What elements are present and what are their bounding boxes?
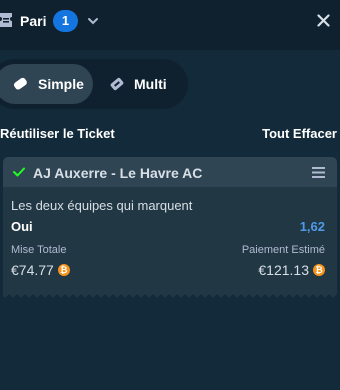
market-name: Les deux équipes qui marquent <box>11 198 193 213</box>
bet-type-bar: Simple Multi <box>0 50 340 118</box>
ticket-icon <box>13 77 27 90</box>
bitcoin-icon: ₿ <box>57 264 70 276</box>
clear-all-link[interactable]: Tout Effacer <box>262 126 337 141</box>
menu-icon[interactable] <box>312 167 325 178</box>
payout-value: €121.13 <box>258 262 309 278</box>
chevron-down-icon[interactable] <box>87 15 99 27</box>
ticket-serrated-edge <box>3 291 337 298</box>
reuse-ticket-link[interactable]: Réutiliser le Ticket <box>0 126 115 141</box>
close-icon[interactable] <box>317 14 330 27</box>
stake-label: Mise Totale <box>11 244 67 256</box>
ticket-icon <box>0 13 12 27</box>
odds-value: 1,62 <box>299 219 325 234</box>
tab-simple[interactable]: Simple <box>0 64 93 104</box>
tab-multi[interactable]: Multi <box>102 64 182 104</box>
bet-count-badge: 1 <box>53 10 78 32</box>
payout-amount: €121.13 ₿ <box>258 262 325 278</box>
stake-value: €74.77 <box>11 262 54 278</box>
tab-multi-label: Multi <box>134 76 167 92</box>
layers-icon <box>110 77 124 91</box>
check-icon <box>13 167 25 177</box>
tab-simple-label: Simple <box>38 76 84 92</box>
payout-label: Paiement Estimé <box>241 244 325 256</box>
match-name: AJ Auxerre - Le Havre AC <box>33 165 203 181</box>
bet-card-body: Les deux équipes qui marquent Oui 1,62 M… <box>3 187 337 293</box>
stake-amount[interactable]: €74.77 ₿ <box>11 262 70 278</box>
bitcoin-icon: ₿ <box>313 264 325 276</box>
betslip-actions: Réutiliser le Ticket Tout Effacer <box>0 118 340 156</box>
bet-type-tabs: Simple Multi <box>0 59 188 109</box>
bet-card: AJ Auxerre - Le Havre AC Les deux équipe… <box>3 157 337 298</box>
betslip-title: Pari <box>20 13 47 29</box>
selection-name: Oui <box>11 219 33 234</box>
bet-card-header: AJ Auxerre - Le Havre AC <box>3 157 337 187</box>
betslip-header: Pari 1 <box>0 0 340 44</box>
